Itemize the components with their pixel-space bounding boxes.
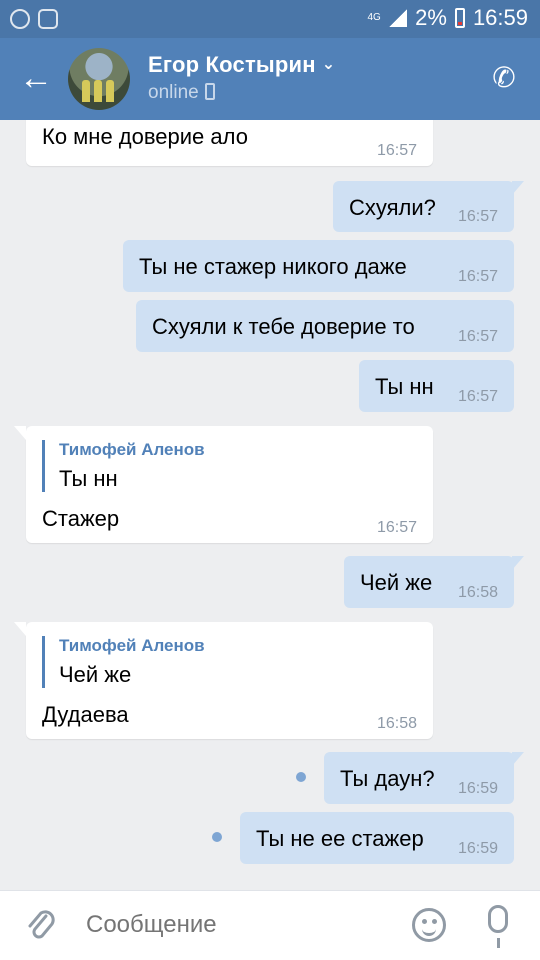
- message-text: Ты не ее стажер: [256, 826, 424, 851]
- message-outgoing[interactable]: Чей же 16:58: [344, 556, 524, 608]
- reply-quote[interactable]: Тимофей Аленов Чей же: [42, 636, 205, 688]
- back-arrow-icon[interactable]: ←: [18, 60, 54, 96]
- message-time: 16:58: [457, 584, 498, 601]
- message-text: Ко мне доверие ало: [42, 124, 248, 149]
- message-outgoing[interactable]: Схуяли? 16:57: [333, 181, 524, 232]
- message-time: 16:57: [457, 328, 498, 345]
- message-time: 16:59: [457, 840, 498, 857]
- message-outgoing[interactable]: Ты даун? 16:59: [324, 752, 524, 804]
- reply-author: Тимофей Аленов: [59, 636, 205, 655]
- message-time: 16:57: [457, 208, 498, 225]
- reply-author: Тимофей Аленов: [59, 440, 205, 459]
- unread-indicator: [296, 772, 306, 782]
- message-time: 16:57: [457, 388, 498, 405]
- battery-icon: [454, 8, 465, 28]
- message-time: 16:57: [376, 142, 417, 159]
- reply-quote[interactable]: Тимофей Аленов Ты нн: [42, 440, 205, 492]
- message-time: 16:57: [376, 519, 417, 536]
- unread-indicator: [212, 832, 222, 842]
- message-time: 16:57: [457, 268, 498, 285]
- chat-header: ← Егор Костырин ⌄ online ✆: [0, 38, 540, 120]
- message-outgoing[interactable]: Ты нн 16:57: [359, 360, 514, 412]
- attach-icon[interactable]: [26, 907, 56, 945]
- message-text: Ты нн: [375, 374, 434, 399]
- bubble-tail: [14, 426, 26, 440]
- message-list[interactable]: Ко мне доверие ало 16:57 Схуяли? 16:57 Т…: [0, 120, 540, 890]
- message-incoming[interactable]: Ко мне доверие ало 16:57: [26, 120, 433, 166]
- message-text: Схуяли к тебе доверие то: [152, 314, 415, 339]
- bubble-tail: [14, 622, 26, 636]
- message-outgoing[interactable]: Схуяли к тебе доверие то 16:57: [136, 300, 514, 352]
- notification-icon: [38, 9, 58, 29]
- presence-text: online: [148, 82, 199, 103]
- message-input[interactable]: [86, 911, 386, 939]
- message-text: Схуяли?: [349, 195, 436, 220]
- message-text: Ты не стажер никого даже: [139, 254, 407, 279]
- message-text: Дудаева: [42, 702, 129, 727]
- clock: 16:59: [472, 5, 528, 30]
- status-bar: 4G 2% 16:59: [0, 0, 540, 38]
- avatar[interactable]: [68, 48, 130, 110]
- message-time: 16:58: [376, 715, 417, 732]
- message-text: Ты даун?: [340, 766, 435, 791]
- reply-text: Ты нн: [59, 466, 118, 491]
- message-text: Чей же: [360, 570, 433, 595]
- sync-icon: [10, 9, 30, 29]
- bubble-tail: [512, 181, 524, 195]
- signal-icon: [389, 9, 408, 27]
- reply-text: Чей же: [59, 662, 132, 687]
- microphone-icon[interactable]: [488, 905, 508, 948]
- mobile-device-icon: [204, 83, 215, 100]
- bubble-tail: [512, 556, 524, 570]
- contact-name-text: Егор Костырин: [148, 52, 316, 77]
- message-time: 16:59: [457, 780, 498, 797]
- chevron-down-icon[interactable]: ⌄: [322, 54, 336, 74]
- contact-name[interactable]: Егор Костырин ⌄: [148, 52, 335, 78]
- network-type: 4G: [367, 12, 381, 23]
- bubble-tail: [512, 752, 524, 766]
- message-text: Стажер: [42, 506, 120, 531]
- emoji-icon[interactable]: [412, 908, 446, 942]
- phone-call-icon[interactable]: ✆: [488, 62, 520, 94]
- message-incoming[interactable]: Тимофей Аленов Чей же Дудаева 16:58: [14, 622, 433, 739]
- message-outgoing[interactable]: Ты не стажер никого даже 16:57: [123, 240, 514, 292]
- composer: [0, 890, 540, 960]
- battery-percent: 2%: [415, 5, 447, 30]
- message-incoming[interactable]: Тимофей Аленов Ты нн Стажер 16:57: [14, 426, 433, 543]
- presence-status: online: [148, 82, 215, 104]
- message-outgoing[interactable]: Ты не ее стажер 16:59: [240, 812, 514, 864]
